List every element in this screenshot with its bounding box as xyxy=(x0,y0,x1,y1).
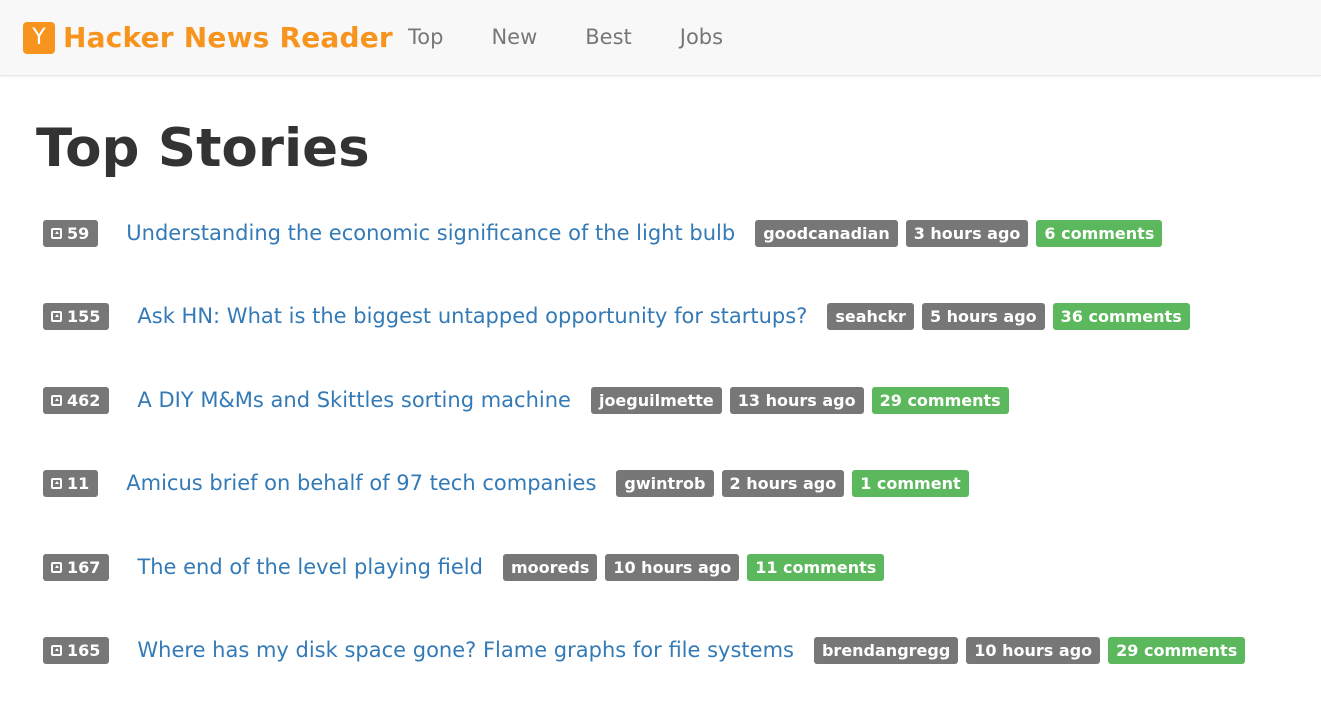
score-value: 462 xyxy=(67,390,101,410)
comments-badge[interactable]: 29 comments xyxy=(871,386,1009,414)
caret-square-up-icon xyxy=(51,228,62,239)
score-badge: 167 xyxy=(43,553,110,581)
caret-square-up-icon xyxy=(51,478,62,490)
comments-badge[interactable]: 11 comments xyxy=(747,553,885,581)
story-title-link[interactable]: Ask HN: What is the biggest untapped opp… xyxy=(137,303,807,330)
story-item: 59 Understanding the economic significan… xyxy=(43,212,1313,295)
story-item: 167 The end of the level playing field m… xyxy=(43,546,1313,629)
story-meta: brendangregg 10 hours ago 29 comments xyxy=(813,636,1253,664)
time-badge: 13 hours ago xyxy=(729,386,864,414)
story-list: 59 Understanding the economic significan… xyxy=(43,212,1313,712)
story-meta: mooreds 10 hours ago 11 comments xyxy=(502,553,892,581)
comments-badge[interactable]: 6 comments xyxy=(1036,220,1163,247)
score-badge: 462 xyxy=(43,386,110,414)
time-badge: 10 hours ago xyxy=(966,636,1101,664)
score-value: 167 xyxy=(67,557,101,577)
nav-item-best[interactable]: Best xyxy=(561,25,656,49)
score-badge: 155 xyxy=(43,303,110,331)
story-meta: seahckr 5 hours ago 36 comments xyxy=(827,303,1197,331)
comments-badge[interactable]: 1 comment xyxy=(852,470,969,498)
comments-badge[interactable]: 36 comments xyxy=(1052,303,1190,331)
page-title: Top Stories xyxy=(36,118,370,179)
caret-square-up-icon xyxy=(51,311,62,323)
score-badge: 165 xyxy=(43,636,110,664)
time-badge: 10 hours ago xyxy=(605,553,740,581)
caret-square-up-icon xyxy=(51,561,62,573)
author-badge: goodcanadian xyxy=(755,220,898,247)
author-badge: joeguilmette xyxy=(590,386,722,414)
author-badge: mooreds xyxy=(502,553,598,581)
navbar: Y Hacker News Reader Top New Best Jobs xyxy=(0,0,1321,76)
nav-item-top[interactable]: Top xyxy=(384,25,467,49)
y-logo-icon: Y xyxy=(23,21,55,54)
author-badge: gwintrob xyxy=(616,470,714,498)
score-badge: 11 xyxy=(43,470,99,498)
score-value: 165 xyxy=(67,640,101,660)
nav-menu: Top New Best Jobs xyxy=(384,0,747,74)
time-badge: 2 hours ago xyxy=(721,470,845,498)
story-item: 155 Ask HN: What is the biggest untapped… xyxy=(43,295,1313,378)
author-badge: seahckr xyxy=(827,303,914,331)
story-title-link[interactable]: The end of the level playing field xyxy=(137,554,483,581)
story-item: 165 Where has my disk space gone? Flame … xyxy=(43,629,1313,712)
score-badge: 59 xyxy=(43,220,99,247)
story-meta: goodcanadian 3 hours ago 6 comments xyxy=(755,220,1170,247)
score-value: 155 xyxy=(67,307,101,327)
story-item: 11 Amicus brief on behalf of 97 tech com… xyxy=(43,462,1313,545)
story-meta: joeguilmette 13 hours ago 29 comments xyxy=(590,386,1017,414)
score-value: 11 xyxy=(67,474,90,494)
score-value: 59 xyxy=(67,224,90,243)
caret-square-up-icon xyxy=(51,644,62,656)
time-badge: 3 hours ago xyxy=(905,220,1029,247)
comments-badge[interactable]: 29 comments xyxy=(1108,636,1246,664)
time-badge: 5 hours ago xyxy=(921,303,1045,331)
story-title-link[interactable]: Where has my disk space gone? Flame grap… xyxy=(137,637,794,664)
author-badge: brendangregg xyxy=(813,636,959,664)
nav-item-jobs[interactable]: Jobs xyxy=(656,25,747,49)
brand-link[interactable]: Y Hacker News Reader xyxy=(23,21,393,54)
story-title-link[interactable]: Understanding the economic significance … xyxy=(126,220,735,247)
story-meta: gwintrob 2 hours ago 1 comment xyxy=(616,470,976,498)
story-title-link[interactable]: Amicus brief on behalf of 97 tech compan… xyxy=(126,470,596,497)
story-title-link[interactable]: A DIY M&Ms and Skittles sorting machine xyxy=(137,387,571,414)
caret-square-up-icon xyxy=(51,394,62,406)
story-item: 462 A DIY M&Ms and Skittles sorting mach… xyxy=(43,379,1313,462)
brand-title: Hacker News Reader xyxy=(63,21,393,54)
nav-item-new[interactable]: New xyxy=(467,25,561,49)
